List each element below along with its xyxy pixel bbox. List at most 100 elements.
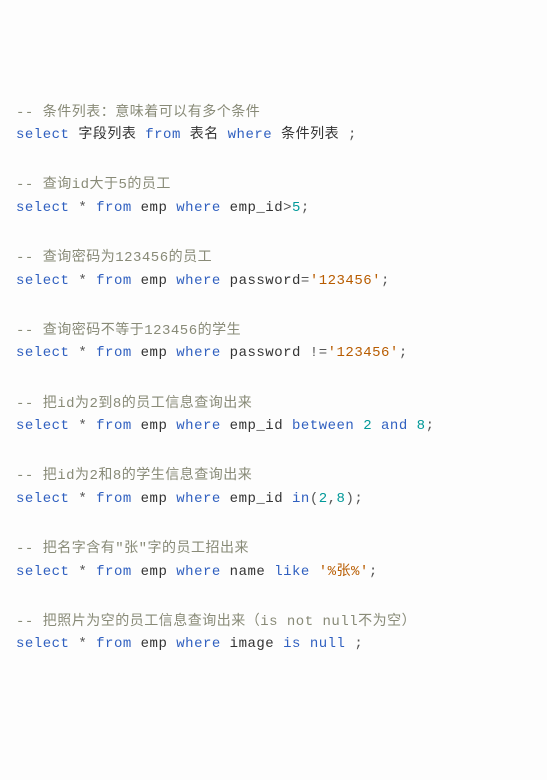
token-ident: 字段列表 (69, 127, 145, 143)
token-kw: select (16, 345, 69, 361)
token-op: = (301, 273, 310, 289)
token-punct: ; (354, 636, 363, 652)
token-kw: select (16, 564, 69, 580)
token-str: '123456' (310, 273, 381, 289)
code-line: select * from emp where name like '%张%'; (16, 561, 531, 583)
token-kw: select (16, 273, 69, 289)
token-op: * (78, 200, 87, 216)
token-ident: emp_id (221, 200, 283, 216)
token-punct: ( (310, 491, 319, 507)
code-line: -- 把id为2和8的学生信息查询出来 (16, 465, 531, 487)
token-ident (87, 345, 96, 361)
token-op: > (283, 200, 292, 216)
token-comment: -- 把id为2到8的员工信息查询出来 (16, 396, 252, 412)
code-line: -- 把id为2到8的员工信息查询出来 (16, 393, 531, 415)
token-ident (372, 418, 381, 434)
token-kw: from (145, 127, 181, 143)
blank-line (16, 451, 531, 465)
token-ident (69, 491, 78, 507)
code-line: select * from emp where password !='1234… (16, 342, 531, 364)
token-kw: select (16, 418, 69, 434)
token-kw: where (228, 127, 273, 143)
token-punct: ; (426, 418, 435, 434)
token-kw: where (176, 636, 221, 652)
token-ident (69, 564, 78, 580)
token-num: 5 (292, 200, 301, 216)
token-op: != (310, 345, 328, 361)
blank-line (16, 583, 531, 597)
token-ident: 条件列表 (272, 127, 348, 143)
token-ident (87, 636, 96, 652)
blank-line (16, 365, 531, 379)
token-ident (69, 636, 78, 652)
token-ident: emp (132, 200, 177, 216)
token-ident (87, 273, 96, 289)
code-line: select * from emp where emp_id between 2… (16, 415, 531, 437)
token-kw: where (176, 418, 221, 434)
token-op: * (78, 418, 87, 434)
token-kw: from (96, 564, 132, 580)
token-ident (345, 636, 354, 652)
token-punct: ; (381, 273, 390, 289)
token-comment: -- 把照片为空的员工信息查询出来（is not null不为空） (16, 614, 416, 630)
blank-line (16, 146, 531, 160)
token-ident: name (221, 564, 274, 580)
token-kw: select (16, 491, 69, 507)
token-ident: image (221, 636, 283, 652)
code-line: -- 查询id大于5的员工 (16, 174, 531, 196)
token-kw: from (96, 418, 132, 434)
token-num: 8 (417, 418, 426, 434)
blank-line (16, 510, 531, 524)
token-kw: from (96, 636, 132, 652)
token-ident: emp (132, 564, 177, 580)
token-comment: -- 查询密码不等于123456的学生 (16, 323, 241, 339)
token-op: * (78, 273, 87, 289)
token-kw: where (176, 345, 221, 361)
token-punct: ; (399, 345, 408, 361)
token-ident (87, 418, 96, 434)
token-ident (87, 200, 96, 216)
token-ident (87, 564, 96, 580)
blank-line (16, 437, 531, 451)
token-ident (69, 345, 78, 361)
code-line: -- 查询密码为123456的员工 (16, 247, 531, 269)
code-line: -- 条件列表：意味着可以有多个条件 (16, 102, 531, 124)
token-kw: select (16, 200, 69, 216)
token-kw: and (381, 418, 408, 434)
token-kw: select (16, 636, 69, 652)
token-kw: like (274, 564, 310, 580)
token-num: 2 (319, 491, 328, 507)
token-kw: between (292, 418, 354, 434)
code-line: select * from emp where image is null ; (16, 633, 531, 655)
token-op: * (78, 564, 87, 580)
token-comment: -- 把id为2和8的学生信息查询出来 (16, 468, 252, 484)
token-kw: where (176, 200, 221, 216)
token-op: * (78, 491, 87, 507)
token-kw: where (176, 273, 221, 289)
token-comment: -- 查询id大于5的员工 (16, 177, 171, 193)
token-op: * (78, 345, 87, 361)
token-punct: ; (354, 491, 363, 507)
token-kw: in (292, 491, 310, 507)
token-ident: 表名 (181, 127, 228, 143)
blank-line (16, 160, 531, 174)
token-ident: emp (132, 491, 177, 507)
token-ident: emp_id (221, 491, 292, 507)
token-punct: ; (301, 200, 310, 216)
code-line: -- 把照片为空的员工信息查询出来（is not null不为空） (16, 611, 531, 633)
token-comment: -- 查询密码为123456的员工 (16, 250, 212, 266)
token-kw: is (283, 636, 301, 652)
token-punct: , (328, 491, 337, 507)
token-punct: ; (369, 564, 378, 580)
token-ident: emp (132, 273, 177, 289)
token-punct: ; (348, 127, 357, 143)
token-ident (87, 491, 96, 507)
token-ident: emp_id (221, 418, 292, 434)
blank-line (16, 233, 531, 247)
token-ident (310, 564, 319, 580)
token-comment: -- 把名字含有"张"字的员工招出来 (16, 541, 249, 557)
token-kw: where (176, 564, 221, 580)
token-ident: password (221, 273, 301, 289)
code-line: select 字段列表 from 表名 where 条件列表 ; (16, 124, 531, 146)
token-str: '%张%' (319, 564, 369, 580)
